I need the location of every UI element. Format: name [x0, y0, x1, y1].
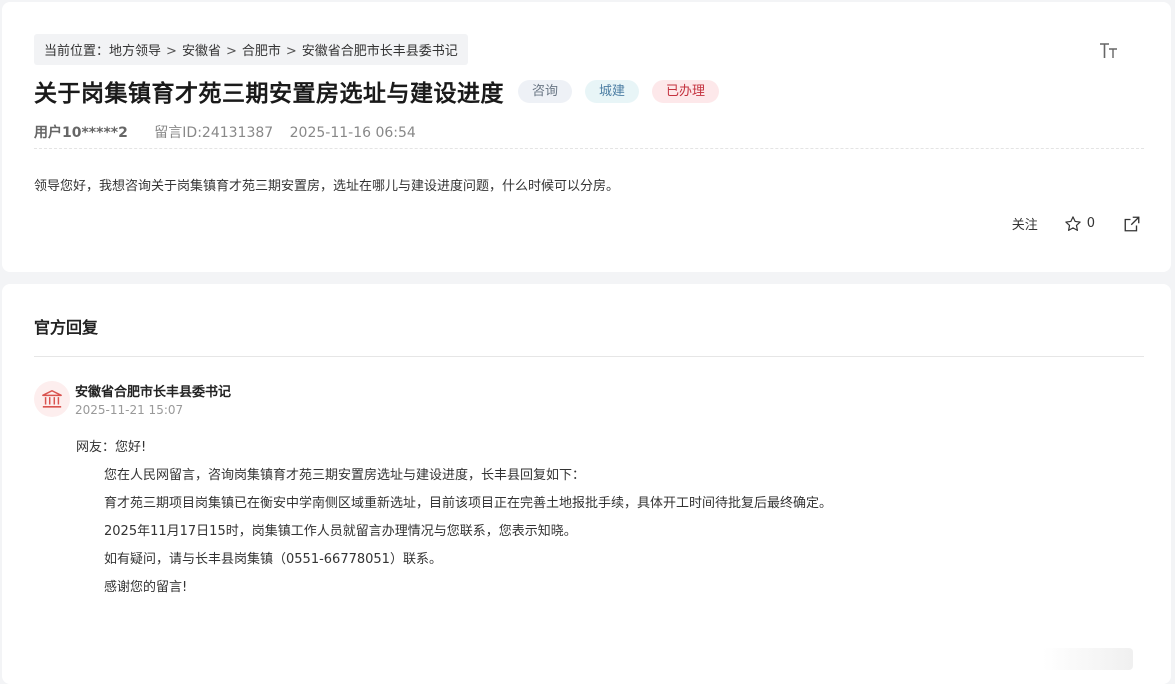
watermark — [1043, 648, 1133, 670]
title-row: 关于岗集镇育才苑三期安置房选址与建设进度 咨询 城建 已办理 — [34, 74, 720, 108]
reply-paragraph: 如有疑问，请与长丰县岗集镇（0551-66778051）联系。 — [104, 552, 442, 567]
post-content: 领导您好，我想咨询关于岗集镇育才苑三期安置房，选址在哪儿与建设进度问题，什么时候… — [34, 179, 620, 194]
reply-paragraph: 2025年11月17日15时，岗集镇工作人员就留言办理情况与您联系，您表示知晓。 — [104, 524, 577, 539]
breadcrumb-item-city[interactable]: 合肥市 — [242, 44, 281, 59]
reply-paragraph: 感谢您的留言! — [104, 580, 188, 595]
breadcrumb: 当前位置：地方领导 > 安徽省 > 合肥市 > 安徽省合肥市长丰县委书记 — [34, 34, 468, 65]
font-size-icon[interactable] — [1098, 40, 1120, 62]
replier-name: 安徽省合肥市长丰县委书记 — [75, 385, 232, 400]
star-count: 0 — [1086, 216, 1095, 231]
reply-paragraph: 您在人民网留言，咨询岗集镇育才苑三期安置房选址与建设进度，长丰县回复如下： — [104, 468, 586, 483]
follow-button[interactable]: 关注 — [1012, 214, 1038, 233]
share-button[interactable] — [1123, 215, 1141, 233]
reply-greeting: 网友：您好! — [76, 440, 147, 455]
breadcrumb-item-leader[interactable]: 安徽省合肥市长丰县委书记 — [302, 44, 458, 59]
breadcrumb-item-province[interactable]: 安徽省 — [182, 44, 221, 59]
reply-heading: 官方回复 — [34, 318, 99, 337]
tag-status: 已办理 — [652, 79, 720, 103]
breadcrumb-separator: > — [285, 44, 297, 59]
breadcrumb-separator: > — [225, 44, 237, 59]
post-title: 关于岗集镇育才苑三期安置房选址与建设进度 — [34, 81, 504, 107]
reply-paragraph: 育才苑三期项目岗集镇已在衡安中学南侧区域重新选址，目前该项目正在完善土地报批手续… — [104, 496, 833, 511]
breadcrumb-prefix: 当前位置： — [44, 44, 110, 59]
reply-time: 2025-11-21 15:07 — [75, 403, 184, 417]
divider — [34, 356, 1144, 357]
post-user: 用户10*****2 — [34, 125, 128, 141]
post-meta: 用户10*****2 留言ID:24131387 2025-11-16 06:5… — [34, 122, 416, 142]
breadcrumb-separator: > — [166, 44, 177, 59]
question-card: 当前位置：地方领导 > 安徽省 > 合肥市 > 安徽省合肥市长丰县委书记 关于岗集镇育才苑三… — [2, 2, 1171, 272]
share-icon — [1124, 216, 1140, 231]
message-id: 留言ID:24131387 — [154, 125, 274, 141]
breadcrumb-item-region[interactable]: 地方领导 — [109, 44, 161, 59]
reply-body: 网友：您好! 您在人民网留言，咨询岗集镇育才苑三期安置房选址与建设进度，长丰县回… — [76, 438, 832, 606]
reply-card: 官方回复 安徽省合肥市长丰县委书记 2025-11-21 15:07 网友：您好… — [2, 284, 1171, 684]
post-datetime: 2025-11-16 06:54 — [289, 125, 416, 141]
post-actions: 关注 0 — [1012, 214, 1141, 233]
star-icon — [1064, 215, 1081, 231]
tag-category: 城建 — [585, 79, 640, 103]
government-building-icon — [42, 390, 62, 408]
tag-consult: 咨询 — [518, 79, 573, 103]
divider — [34, 148, 1144, 149]
star-button[interactable]: 0 — [1064, 215, 1095, 233]
avatar — [34, 381, 70, 417]
